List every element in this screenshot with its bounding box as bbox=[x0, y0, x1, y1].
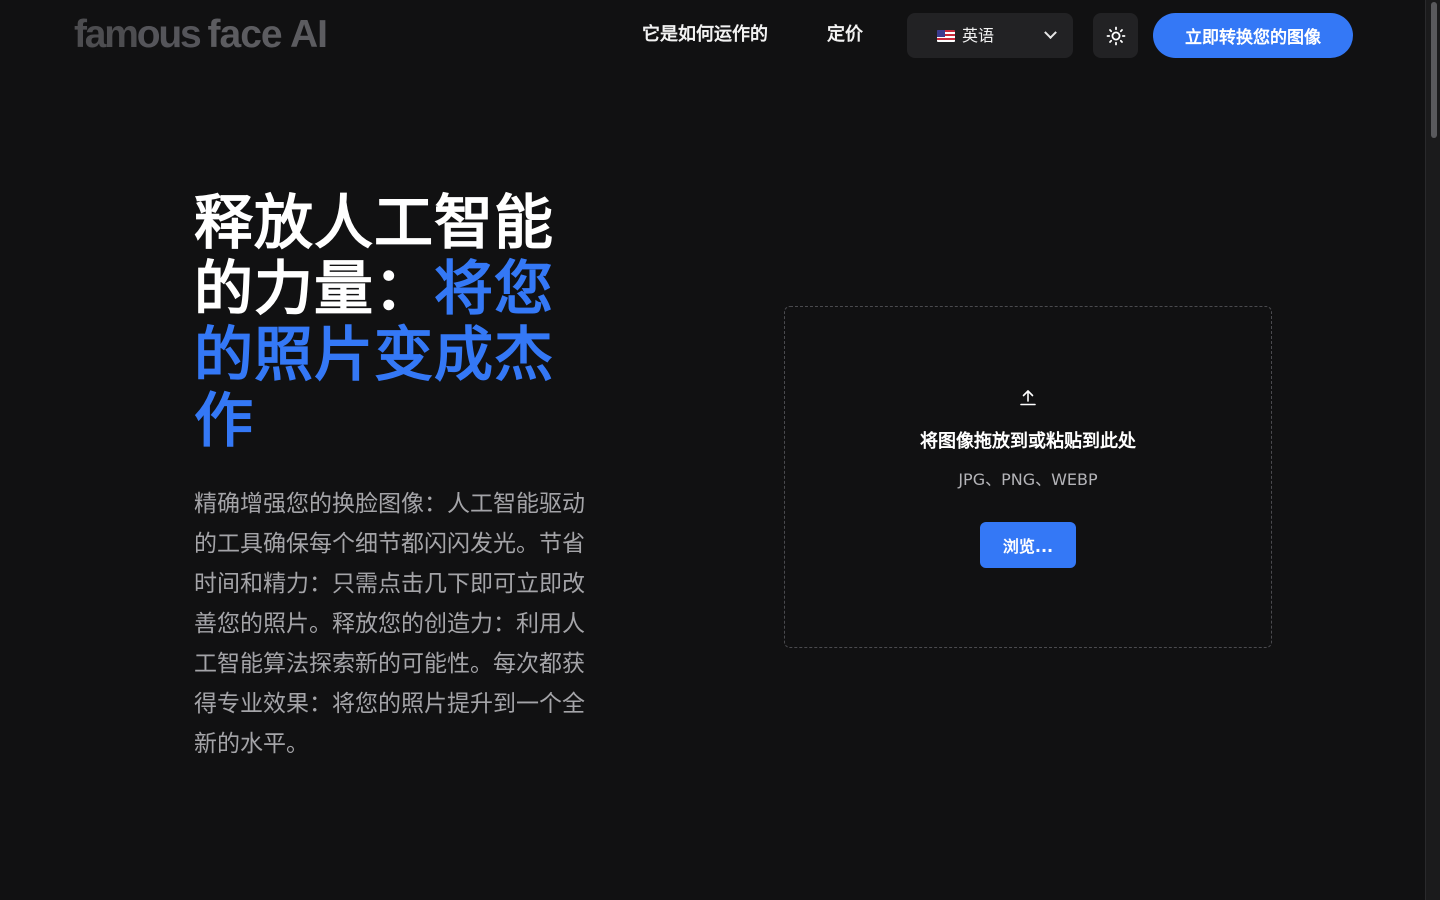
us-flag-icon bbox=[937, 29, 955, 42]
nav-how-it-works-link[interactable]: 它是如何运作的 bbox=[642, 22, 768, 48]
logo-text-part2: ous bbox=[136, 13, 202, 56]
dropzone-title: 将图像拖放到或粘贴到此处 bbox=[920, 431, 1136, 452]
famousface-logo[interactable]: fam ous face AI bbox=[74, 12, 328, 58]
theme-toggle-button[interactable] bbox=[1093, 13, 1138, 58]
page-scrollbar[interactable] bbox=[1425, 0, 1440, 900]
language-selected-label: 英语 bbox=[962, 25, 995, 45]
convert-now-button[interactable]: 立即转换您的图像 bbox=[1153, 13, 1353, 58]
logo-text-part3: face AI bbox=[207, 13, 328, 56]
hero-title: 释放人工智能的力量：将您的照片变成杰作 bbox=[194, 190, 594, 454]
hero-description: 精确增强您的换脸图像：人工智能驱动的工具确保每个细节都闪闪发光。节省时间和精力：… bbox=[194, 491, 585, 757]
logo-text-part1: fam bbox=[74, 13, 139, 56]
nav-pricing-link[interactable]: 定价 bbox=[827, 22, 863, 48]
browse-button[interactable]: 浏览... bbox=[980, 522, 1076, 568]
scrollbar-thumb[interactable] bbox=[1431, 2, 1437, 138]
chevron-down-icon bbox=[1044, 26, 1057, 40]
top-navbar: fam ous face AI 它是如何运作的 定价 英语 立即转换您的图像 bbox=[0, 0, 1425, 72]
language-select[interactable]: 英语 bbox=[907, 13, 1073, 58]
upload-icon bbox=[1020, 390, 1036, 406]
image-dropzone[interactable]: 将图像拖放到或粘贴到此处 JPG、PNG、WEBP 浏览... bbox=[784, 306, 1272, 648]
dropzone-formats: JPG、PNG、WEBP bbox=[958, 470, 1098, 489]
sun-icon bbox=[1106, 26, 1125, 45]
